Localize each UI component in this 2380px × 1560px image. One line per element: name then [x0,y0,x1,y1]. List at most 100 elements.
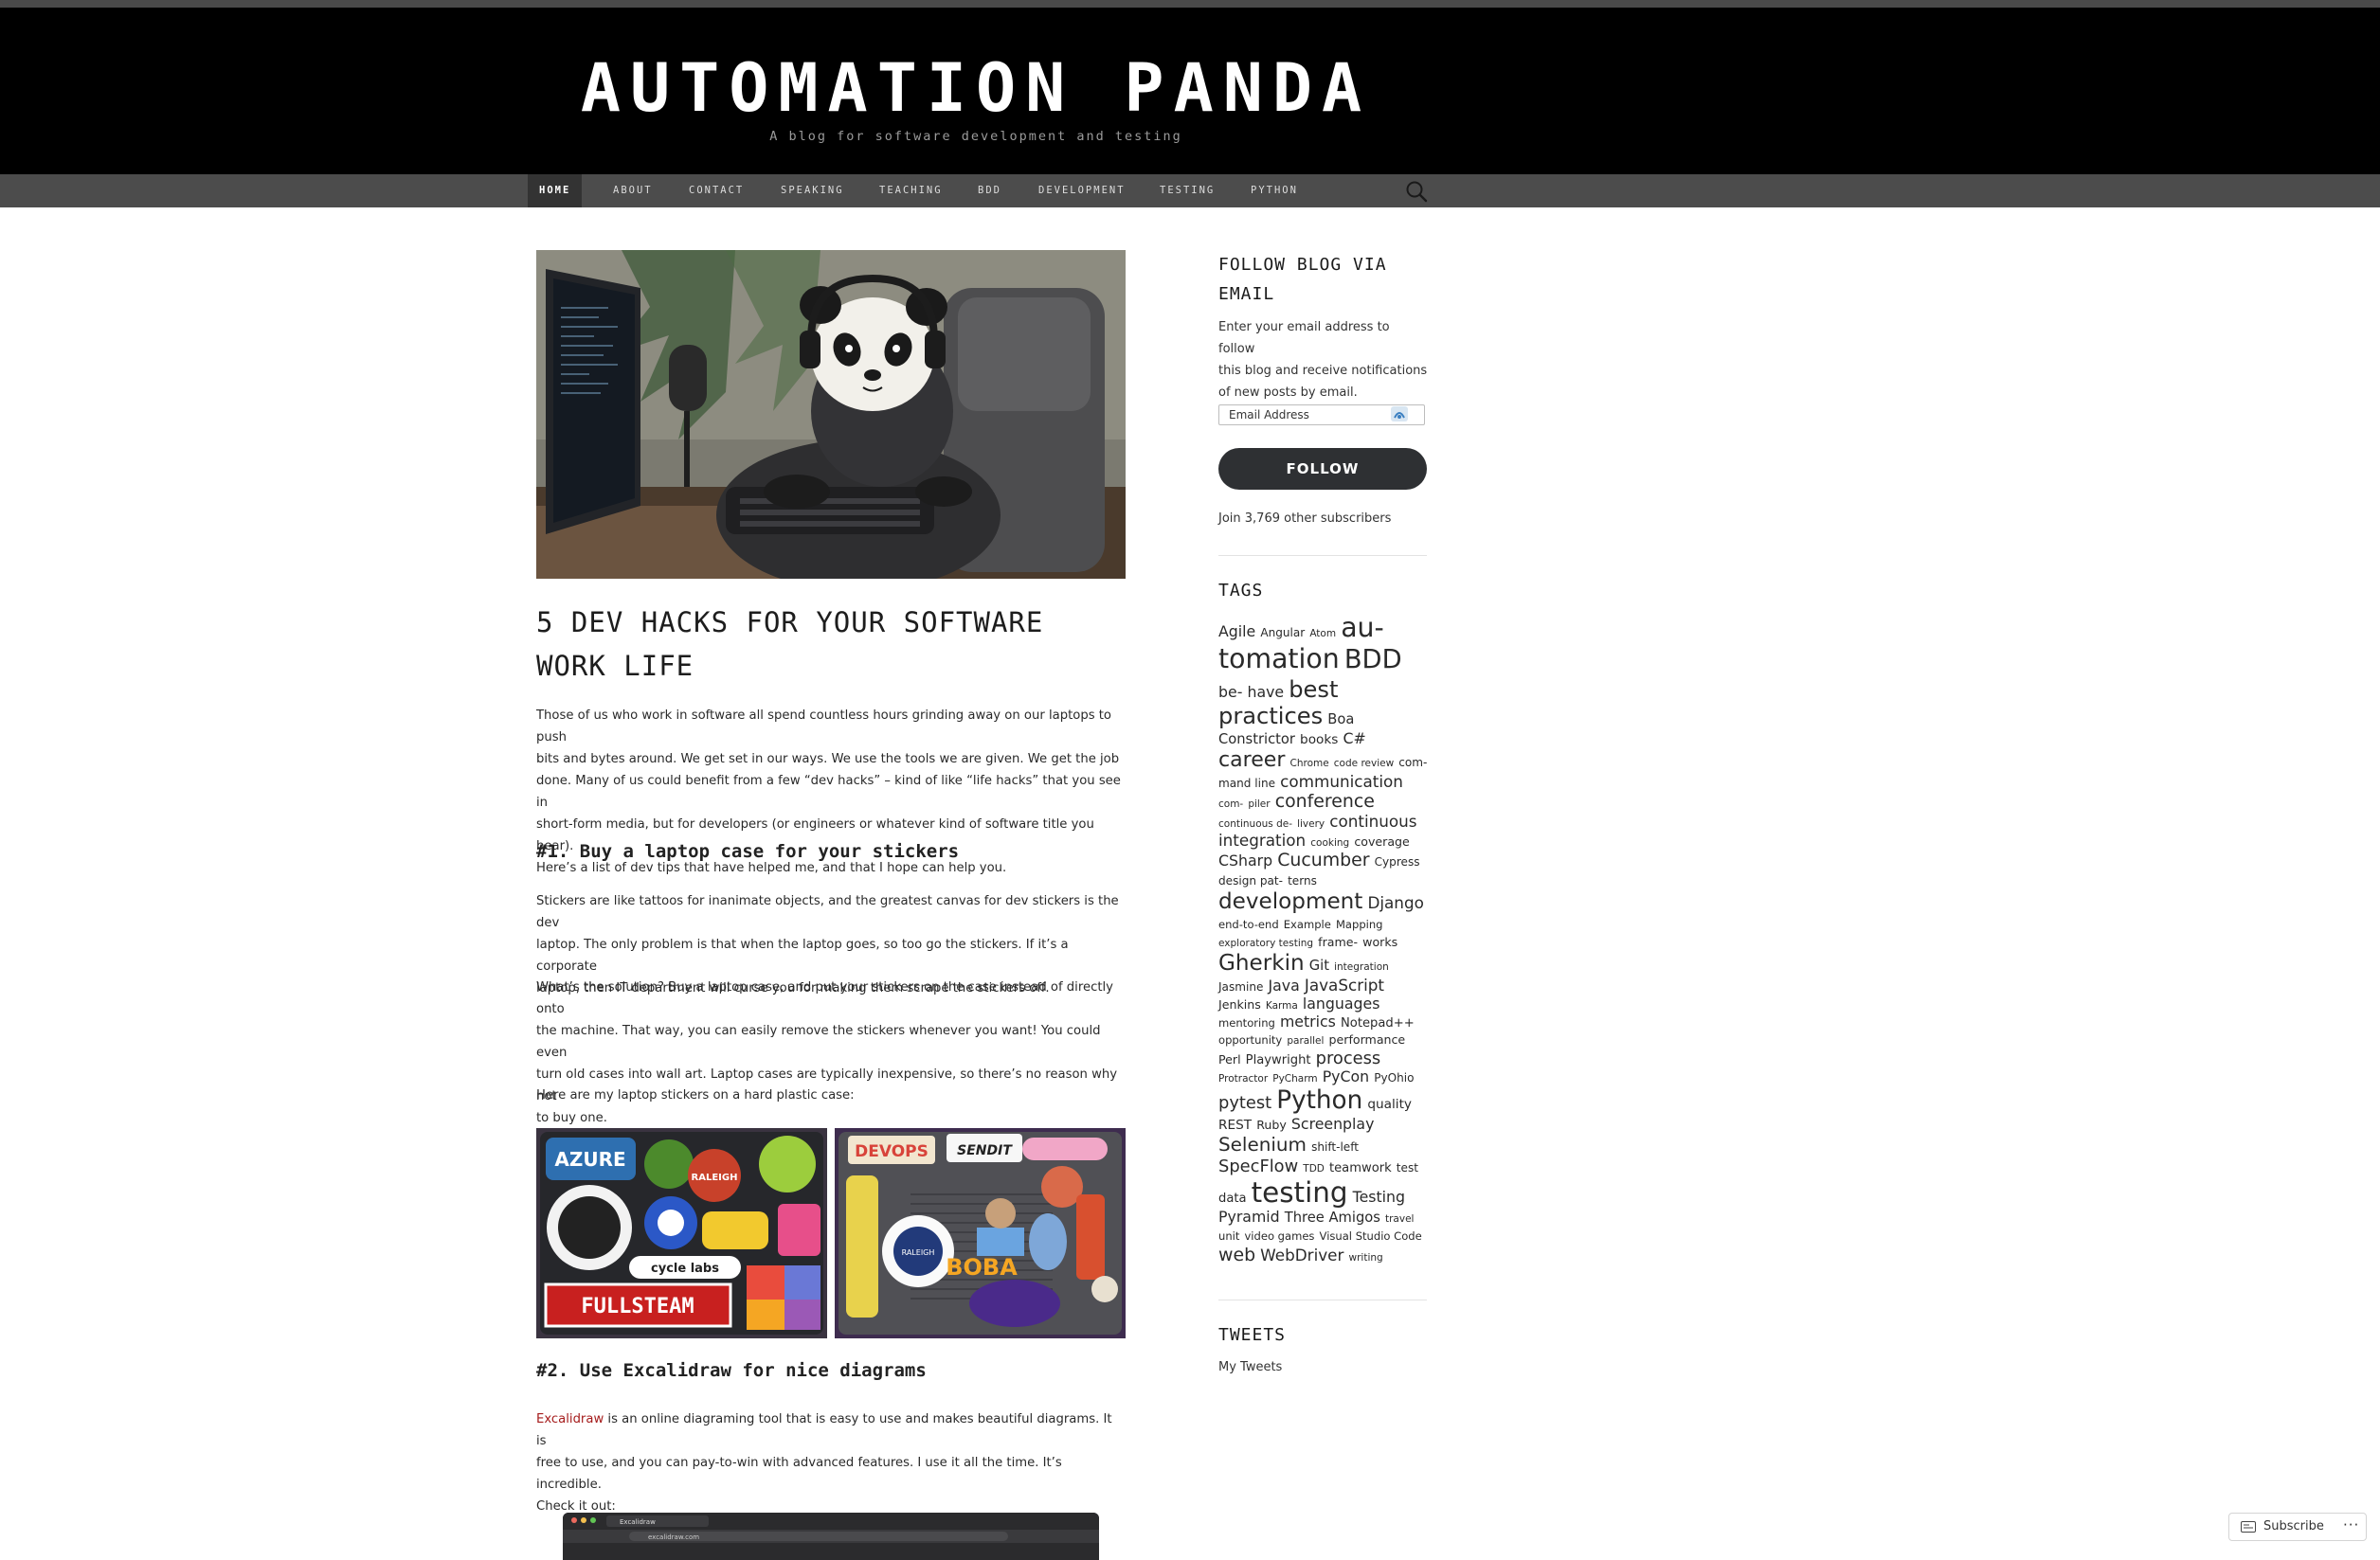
tag-link[interactable]: Jenkins [1218,997,1261,1012]
follow-button[interactable]: FOLLOW [1218,448,1427,490]
tag-link[interactable]: JavaScript [1305,976,1384,995]
tag-link[interactable]: Ruby [1256,1118,1287,1132]
tag-link[interactable]: Visual Studio Code [1320,1229,1422,1243]
tag-link[interactable]: Testing [1353,1188,1405,1206]
tag-link[interactable]: Python [1276,1086,1362,1115]
tag-link[interactable]: test [1397,1161,1418,1174]
nav-home[interactable]: Home [528,174,583,207]
tag-link[interactable]: WebDriver [1260,1246,1343,1264]
tag-link[interactable]: Three Amigos [1285,1210,1380,1226]
tag-link[interactable]: have [1247,683,1284,701]
search-icon[interactable] [1404,179,1429,204]
tag-link[interactable]: Cucumber [1277,850,1369,870]
tag-link[interactable]: Cypress [1375,855,1420,869]
tag-link[interactable]: Django [1367,893,1423,912]
tag-link[interactable]: parallel [1287,1035,1324,1047]
tag-link[interactable]: Perl [1218,1052,1241,1067]
excalidraw-link[interactable]: Excalidraw [536,1412,604,1426]
tag-link[interactable]: process [1316,1049,1381,1068]
site-title[interactable]: AUTOMATION PANDA [531,45,1421,131]
nav-testing[interactable]: Testing [1148,174,1226,207]
tag-link[interactable]: shift-left [1311,1140,1359,1154]
tag-link[interactable]: com- [1218,798,1243,810]
tag-link[interactable]: Gherkin [1218,951,1305,976]
tag-link[interactable]: Selenium [1218,1133,1307,1156]
tag-link[interactable]: be- [1218,683,1242,701]
tag-link[interactable]: career [1218,748,1285,772]
tag-link[interactable]: metrics [1280,1013,1336,1031]
tag-link[interactable]: works [1362,935,1397,949]
tag-link[interactable]: end-to-end [1218,918,1279,931]
tag-link[interactable]: Example [1284,918,1331,931]
tag-link[interactable]: Playwright [1246,1053,1311,1067]
tag-link[interactable]: TDD [1303,1163,1325,1174]
tag-link[interactable]: Git [1309,958,1329,974]
tag-link[interactable]: Notepad++ [1341,1016,1415,1031]
tag-link[interactable]: code review [1334,758,1394,769]
tag-link[interactable]: writing [1349,1252,1383,1264]
tag-link[interactable]: unit [1218,1229,1239,1243]
tag-link[interactable]: SpecFlow [1218,1157,1298,1176]
post-title[interactable]: 5 DEV HACKS FOR YOUR SOFTWARE WORK LIFE [536,601,1126,688]
featured-image[interactable] [536,250,1126,579]
subscribe-button[interactable]: Subscribe [2263,1519,2324,1533]
tag-link[interactable]: PyCon [1323,1067,1369,1086]
tag-link[interactable]: travel [1385,1213,1414,1225]
tag-link[interactable]: cooking [1310,837,1349,849]
tag-link[interactable]: Angular [1260,626,1305,639]
tag-link[interactable]: REST [1218,1118,1252,1133]
nav-python[interactable]: Python [1239,174,1309,207]
more-options-button[interactable]: ··· [2343,1516,2359,1533]
tag-link[interactable]: conference [1275,791,1375,812]
tag-link[interactable]: pytest [1218,1093,1271,1113]
tag-link[interactable]: com- [1398,756,1427,769]
tag-link[interactable]: video games [1244,1229,1314,1243]
password-manager-icon[interactable] [1391,406,1408,421]
tag-link[interactable]: books [1300,732,1338,747]
tag-link[interactable]: continuous de- [1218,818,1292,830]
tag-link[interactable]: design pat- [1218,874,1283,888]
tag-link[interactable]: testing [1252,1176,1348,1209]
tag-link[interactable]: web [1218,1245,1255,1265]
tag-link[interactable]: integration [1334,961,1389,973]
tag-link[interactable]: Jasmine [1218,980,1263,994]
tag-link[interactable]: Pyramid [1218,1208,1280,1227]
nav-teaching[interactable]: Teaching [868,174,954,207]
laptop-stickers-photo-right[interactable]: DEVOPS SENDIT RALEIGH BOBA [835,1128,1126,1338]
tag-link[interactable]: Karma [1266,1000,1298,1012]
tag-link[interactable]: mand line [1218,777,1275,790]
tag-link[interactable]: languages [1303,995,1380,1013]
tag-link[interactable]: frame- [1318,935,1358,949]
tag-link[interactable]: PyCharm [1272,1073,1317,1085]
tag-link[interactable]: coverage [1354,834,1409,849]
tag-link[interactable]: au- [1341,612,1384,643]
nav-bdd[interactable]: BDD [966,174,1013,207]
tag-link[interactable]: Protractor [1218,1073,1268,1085]
my-tweets-link[interactable]: My Tweets [1218,1356,1282,1378]
tag-link[interactable]: terns [1288,874,1317,888]
laptop-stickers-photo-left[interactable]: AZURE RALEIGH cycle labs FULLSTEAM [536,1128,827,1338]
tag-link[interactable]: data [1218,1192,1247,1206]
tag-link[interactable]: development [1218,889,1362,914]
nav-about[interactable]: About [602,174,664,207]
tag-link[interactable]: Agile [1218,622,1255,640]
tag-link[interactable]: BDD [1344,645,1402,674]
tag-link[interactable]: performance [1329,1032,1406,1048]
tag-link[interactable]: teamwork [1329,1161,1392,1175]
tag-link[interactable]: Chrome [1290,758,1329,769]
tag-link[interactable]: CSharp [1218,852,1272,870]
tag-link[interactable]: piler [1248,798,1270,810]
tag-link[interactable]: C# [1343,729,1366,747]
tag-link[interactable]: Mapping [1336,918,1383,931]
nav-speaking[interactable]: Speaking [769,174,856,207]
tag-link[interactable]: opportunity [1218,1033,1282,1048]
nav-contact[interactable]: Contact [677,174,755,207]
tag-link[interactable]: quality [1367,1097,1412,1112]
tag-link[interactable]: mentoring [1218,1016,1275,1030]
nav-development[interactable]: Development [1027,174,1137,207]
tag-link[interactable]: Java [1269,977,1300,995]
tag-link[interactable]: communication [1280,772,1403,791]
tag-link[interactable]: PyOhio [1374,1071,1414,1085]
tag-link[interactable]: tomation [1218,643,1340,674]
tag-link[interactable]: exploratory testing [1218,938,1313,949]
